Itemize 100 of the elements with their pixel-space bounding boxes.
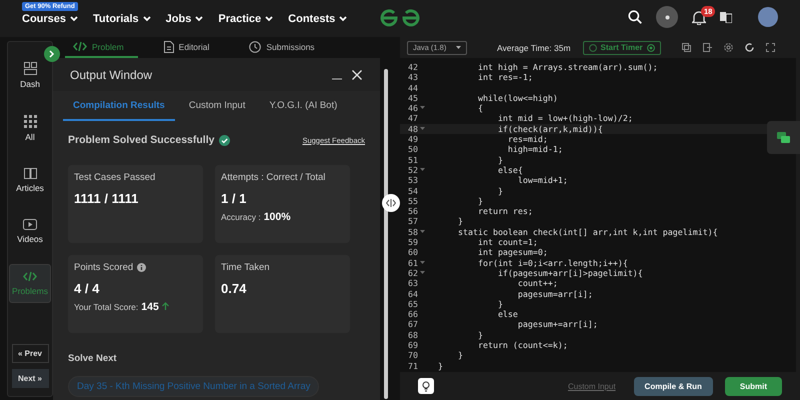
code-line: } xyxy=(456,350,463,361)
output-tab[interactable]: Y.O.G.I. (AI Bot) xyxy=(259,91,348,121)
code-line: if(pagesum+arr[i]>pagelimit){ xyxy=(496,268,643,278)
line-number: 58 xyxy=(407,226,418,238)
code-icon xyxy=(73,41,87,52)
code-editor[interactable] xyxy=(400,58,796,372)
output-window-title: Output Window xyxy=(70,68,154,82)
info-icon xyxy=(137,263,146,272)
line-number: 44 xyxy=(407,82,418,93)
fold-icon xyxy=(420,126,425,130)
line-number: 43 xyxy=(407,72,418,83)
user-avatar[interactable] xyxy=(758,7,778,27)
problem-tab[interactable]: Submissions xyxy=(241,37,329,58)
problem-tab[interactable]: Editorial xyxy=(156,37,224,58)
next-button[interactable]: Next » xyxy=(12,369,48,388)
line-number: 61 xyxy=(407,258,418,268)
average-time: Average Time: 35m xyxy=(497,42,571,52)
line-number: 48 xyxy=(407,124,418,134)
compile-run-button[interactable]: Compile & Run xyxy=(634,376,713,396)
nav-menu-item[interactable]: Courses xyxy=(22,12,78,24)
line-number: 50 xyxy=(407,144,418,155)
code-line: count++; xyxy=(516,278,558,289)
scrollbar[interactable] xyxy=(384,69,388,399)
output-tab[interactable]: Custom Input xyxy=(178,91,256,121)
solve-next-heading: Solve Next xyxy=(68,353,118,364)
code-line: int res=-1; xyxy=(476,72,533,83)
code-line: } xyxy=(476,330,483,340)
bell-icon xyxy=(692,10,706,24)
code-line: while(low<=high) xyxy=(476,92,558,104)
stat-note-label: Your Total Score: xyxy=(74,302,138,312)
hint-button[interactable] xyxy=(418,378,434,394)
chat-icon xyxy=(777,132,790,144)
code-line: int pagesum=0; xyxy=(476,247,548,258)
line-number: 62 xyxy=(407,268,418,278)
code-line: } xyxy=(476,196,483,206)
document-icon xyxy=(164,40,174,52)
check-circle-icon xyxy=(219,134,230,146)
nav-menu-item[interactable]: Jobs xyxy=(166,12,204,24)
code-line: for(int i=0;i<arr.length;i++){ xyxy=(476,258,628,268)
line-number: 63 xyxy=(407,278,418,289)
line-number: 69 xyxy=(407,340,418,350)
code-line: return (count<=k); xyxy=(476,340,568,350)
book-icon xyxy=(24,168,36,179)
fold-icon xyxy=(420,168,425,171)
code-line: pagesum+=arr[i]; xyxy=(516,319,598,330)
dashboard-icon xyxy=(24,62,36,75)
code-line: } xyxy=(496,186,503,196)
code-line: else{ xyxy=(496,164,523,176)
lightbulb-icon xyxy=(421,380,431,392)
sidebar-item[interactable]: Articles xyxy=(9,162,51,199)
line-number: 57 xyxy=(407,216,418,227)
output-tab[interactable]: Compilation Results xyxy=(63,91,175,121)
stat-title: Points Scored xyxy=(74,262,134,273)
sidebar-item[interactable]: Videos xyxy=(9,213,51,250)
arrow-up-icon xyxy=(162,302,169,310)
chevron-down-icon xyxy=(339,16,348,22)
line-number: 70 xyxy=(407,350,418,361)
close-icon xyxy=(352,70,362,80)
code-line: static boolean check(int[] arr,int k,int pagelimit){ xyxy=(456,226,718,238)
line-number: 55 xyxy=(407,196,418,206)
video-icon xyxy=(23,219,37,230)
theme-toggle-button[interactable] xyxy=(656,6,678,28)
code-line: return res; xyxy=(476,206,533,216)
stat-note-label: Accuracy : xyxy=(221,212,261,222)
code-line: int high = Arrays.stream(arr).sum(); xyxy=(476,62,658,72)
grid-icon xyxy=(24,115,36,128)
code-line: res=mid; xyxy=(506,134,548,144)
resize-handle[interactable] xyxy=(382,194,400,212)
sidebar-item[interactable]: All xyxy=(9,109,51,148)
fold-icon xyxy=(420,260,425,264)
chat-button[interactable] xyxy=(767,121,800,154)
line-number: 59 xyxy=(407,237,418,248)
nav-menu-item[interactable]: Contests xyxy=(288,12,348,24)
code-line: } xyxy=(496,154,503,165)
start-timer-button[interactable]: Start Timer xyxy=(582,40,661,54)
chevron-down-icon xyxy=(70,16,78,22)
reset-icon xyxy=(745,43,754,52)
code-line: pagesum=arr[i]; xyxy=(516,288,593,299)
line-number: 51 xyxy=(407,154,418,165)
code-line: } xyxy=(437,360,443,371)
prev-button[interactable]: « Prev xyxy=(12,344,48,363)
line-number: 42 xyxy=(407,62,418,72)
code-icon xyxy=(23,271,37,282)
sidebar-item[interactable]: Dash xyxy=(9,56,51,95)
line-number: 67 xyxy=(407,319,418,330)
line-number: 60 xyxy=(407,247,418,258)
stat-title: Time Taken xyxy=(221,262,270,273)
line-number: 68 xyxy=(407,330,418,340)
success-message: Problem Solved Successfully xyxy=(68,134,214,146)
stat-value: 1 / 1 xyxy=(221,191,248,206)
submit-button[interactable]: Submit xyxy=(724,376,782,396)
stat-title: Test Cases Passed xyxy=(74,172,156,183)
nav-menu-item[interactable]: Practice xyxy=(218,12,274,24)
nav-menu-item[interactable]: Tutorials xyxy=(93,12,151,24)
line-number: 66 xyxy=(407,309,418,320)
chevron-down-icon xyxy=(265,16,274,22)
stat-value: 4 / 4 xyxy=(74,281,100,296)
line-number: 65 xyxy=(407,298,418,310)
code-line: { xyxy=(476,103,483,114)
line-number: 47 xyxy=(407,113,418,124)
